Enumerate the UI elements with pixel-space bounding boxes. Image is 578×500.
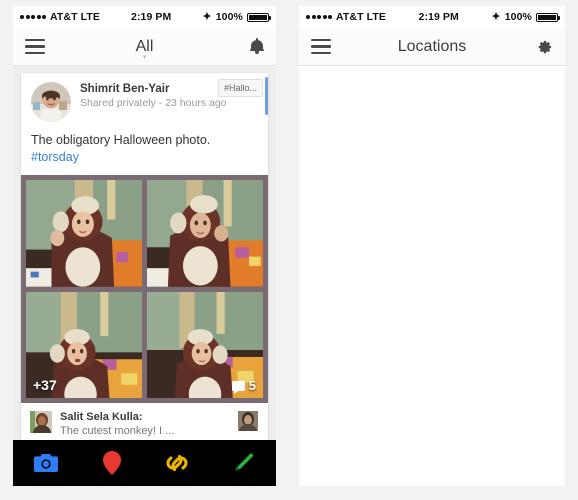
gear-icon <box>538 40 552 54</box>
camera-icon <box>33 454 58 472</box>
notifications-button[interactable] <box>250 37 264 55</box>
bluetooth-icon: ✦ <box>491 10 501 23</box>
camera-button[interactable] <box>23 446 69 480</box>
hamburger-menu-icon[interactable] <box>25 38 45 55</box>
right-phone: AT&T LTE 2:19 PM ✦ 100% Locations <box>289 0 578 500</box>
photo-collage[interactable]: +37 5 <box>21 175 268 404</box>
signal-dots-icon <box>20 15 46 19</box>
post-text-body: The obligatory Halloween photo. <box>31 133 211 147</box>
photo-overflow-badge: +37 <box>33 377 57 394</box>
signal-dots-icon <box>306 15 332 19</box>
link-icon <box>166 454 188 472</box>
post-text: The obligatory Halloween photo. #torsday <box>21 126 268 175</box>
location-pin-icon <box>102 451 121 475</box>
comment-text: The cutest monkey! I ... <box>60 425 175 438</box>
comment-bubble-icon <box>231 380 245 394</box>
write-button[interactable] <box>220 446 266 480</box>
left-phone: AT&T LTE 2:19 PM ✦ 100% All ▾ #Hallo... … <box>0 0 289 500</box>
post-hashtag[interactable]: #torsday <box>31 150 79 164</box>
page-title: Locations <box>397 37 467 55</box>
right-phone-screen: AT&T LTE 2:19 PM ✦ 100% Locations <box>299 6 565 486</box>
post-photo[interactable]: +37 <box>26 291 142 399</box>
carrier-label: AT&T LTE <box>336 11 386 23</box>
location-button[interactable] <box>89 446 135 480</box>
carrier-label: AT&T LTE <box>50 11 100 23</box>
comment-author: Salit Sela Kulla: <box>60 411 143 424</box>
scrollbar[interactable] <box>265 77 268 115</box>
comment-count-badge: 5 <box>231 378 256 394</box>
page-title: All <box>135 37 154 55</box>
battery-full-icon <box>536 12 560 22</box>
battery-percent-label: 100% <box>215 11 243 23</box>
post-photo[interactable] <box>147 180 263 287</box>
bell-icon <box>250 37 264 55</box>
battery-full-icon <box>247 12 271 22</box>
left-nav-bar: All ▾ <box>13 28 276 66</box>
status-bar: AT&T LTE 2:19 PM ✦ 100% <box>13 6 276 28</box>
status-bar: AT&T LTE 2:19 PM ✦ 100% <box>299 6 565 28</box>
avatar[interactable] <box>30 411 52 434</box>
avatar[interactable] <box>31 82 71 122</box>
post-card[interactable]: #Hallo... Shimrit Ben-Yair Shared privat… <box>21 73 268 448</box>
chevron-down-icon: ▾ <box>142 54 147 61</box>
left-phone-screen: AT&T LTE 2:19 PM ✦ 100% All ▾ #Hallo... … <box>13 6 276 486</box>
bluetooth-icon: ✦ <box>202 10 212 23</box>
link-button[interactable] <box>154 446 200 480</box>
pencil-icon <box>235 453 254 471</box>
battery-percent-label: 100% <box>504 11 532 23</box>
settings-button[interactable] <box>536 38 553 55</box>
comment-count-label: 5 <box>248 378 256 394</box>
avatar[interactable] <box>238 411 258 432</box>
post-tag-chip[interactable]: #Hallo... <box>217 79 263 97</box>
clock-label: 2:19 PM <box>131 11 172 23</box>
hamburger-menu-icon[interactable] <box>311 38 331 55</box>
post-photo[interactable] <box>26 180 142 287</box>
compose-toolbar <box>13 440 276 486</box>
post-meta: Shared privately - 23 hours ago <box>80 97 227 109</box>
clock-label: 2:19 PM <box>418 11 459 23</box>
dual-phone-screenshot: AT&T LTE 2:19 PM ✦ 100% All ▾ #Hallo... … <box>0 0 578 500</box>
post-photo[interactable]: 5 <box>147 291 263 399</box>
right-nav-bar: Locations <box>299 28 565 66</box>
post-feed[interactable]: #Hallo... Shimrit Ben-Yair Shared privat… <box>13 66 276 448</box>
